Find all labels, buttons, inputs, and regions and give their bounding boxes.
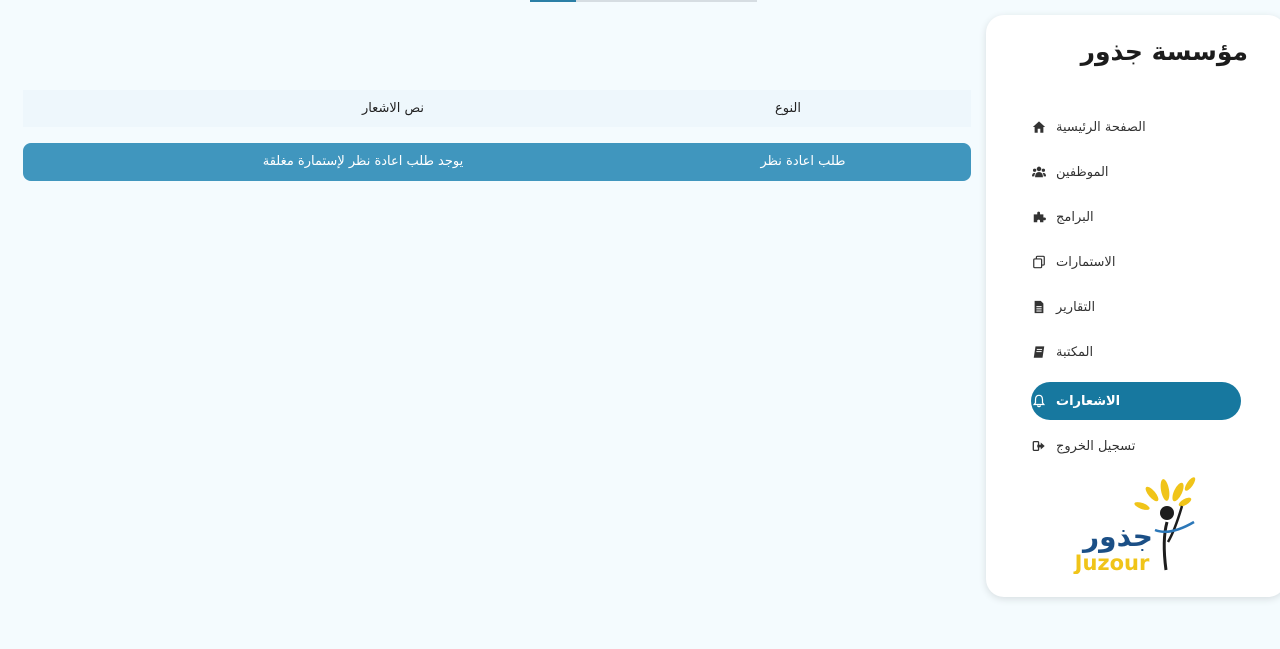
- sidebar-item-label: التقارير: [1056, 299, 1096, 315]
- sidebar-item-library[interactable]: المكتبة: [1031, 333, 1241, 371]
- sidebar-item-label: البرامج: [1056, 209, 1094, 225]
- puzzle-icon: [1031, 209, 1047, 225]
- top-scroll-thumb[interactable]: [530, 0, 576, 2]
- sidebar-item-label: الاشعارات: [1056, 393, 1121, 409]
- sidebar: مؤسسة جذور الصفحة الرئيسية الموظفين البر…: [986, 15, 1280, 597]
- sidebar-item-label: الموظفين: [1056, 164, 1109, 180]
- sidebar-item-label: الاستمارات: [1056, 254, 1116, 270]
- page: نص الاشعار النوع يوجد طلب اعادة نظر لإست…: [0, 0, 1280, 649]
- logo-latin-text: Juzour: [1073, 551, 1150, 574]
- sidebar-item-home[interactable]: الصفحة الرئيسية: [1031, 108, 1241, 146]
- header-notification-text: نص الاشعار: [361, 101, 425, 116]
- juzour-logo: جذور Juzour: [1070, 470, 1200, 575]
- home-icon: [1031, 119, 1047, 135]
- sidebar-item-label: الصفحة الرئيسية: [1056, 119, 1146, 135]
- sidebar-item-logout[interactable]: تسجيل الخروج: [1031, 427, 1241, 465]
- row-notification-text: يوجد طلب اعادة نظر لإستمارة مغلقة: [262, 154, 464, 169]
- notifications-table-header: نص الاشعار النوع: [23, 90, 971, 127]
- book-icon: [1031, 344, 1047, 360]
- bell-icon: [1031, 393, 1047, 409]
- header-type: النوع: [775, 101, 801, 116]
- file-icon: [1031, 299, 1047, 315]
- row-type: طلب اعادة نظر: [760, 154, 846, 169]
- sidebar-item-programs[interactable]: البرامج: [1031, 198, 1241, 236]
- logout-icon: [1031, 438, 1047, 454]
- copy-icon: [1031, 254, 1047, 270]
- sidebar-item-label: المكتبة: [1056, 344, 1094, 360]
- table-row[interactable]: يوجد طلب اعادة نظر لإستمارة مغلقة طلب اع…: [23, 143, 971, 181]
- logo-arabic-text: جذور: [1081, 520, 1153, 553]
- sidebar-item-label: تسجيل الخروج: [1056, 438, 1136, 454]
- sidebar-item-reports[interactable]: التقارير: [1031, 288, 1241, 326]
- brand-title: مؤسسة جذور: [1080, 37, 1248, 66]
- sidebar-item-notifications[interactable]: الاشعارات: [1031, 382, 1241, 420]
- users-icon: [1031, 164, 1047, 180]
- sidebar-item-employees[interactable]: الموظفين: [1031, 153, 1241, 191]
- sidebar-item-forms[interactable]: الاستمارات: [1031, 243, 1241, 281]
